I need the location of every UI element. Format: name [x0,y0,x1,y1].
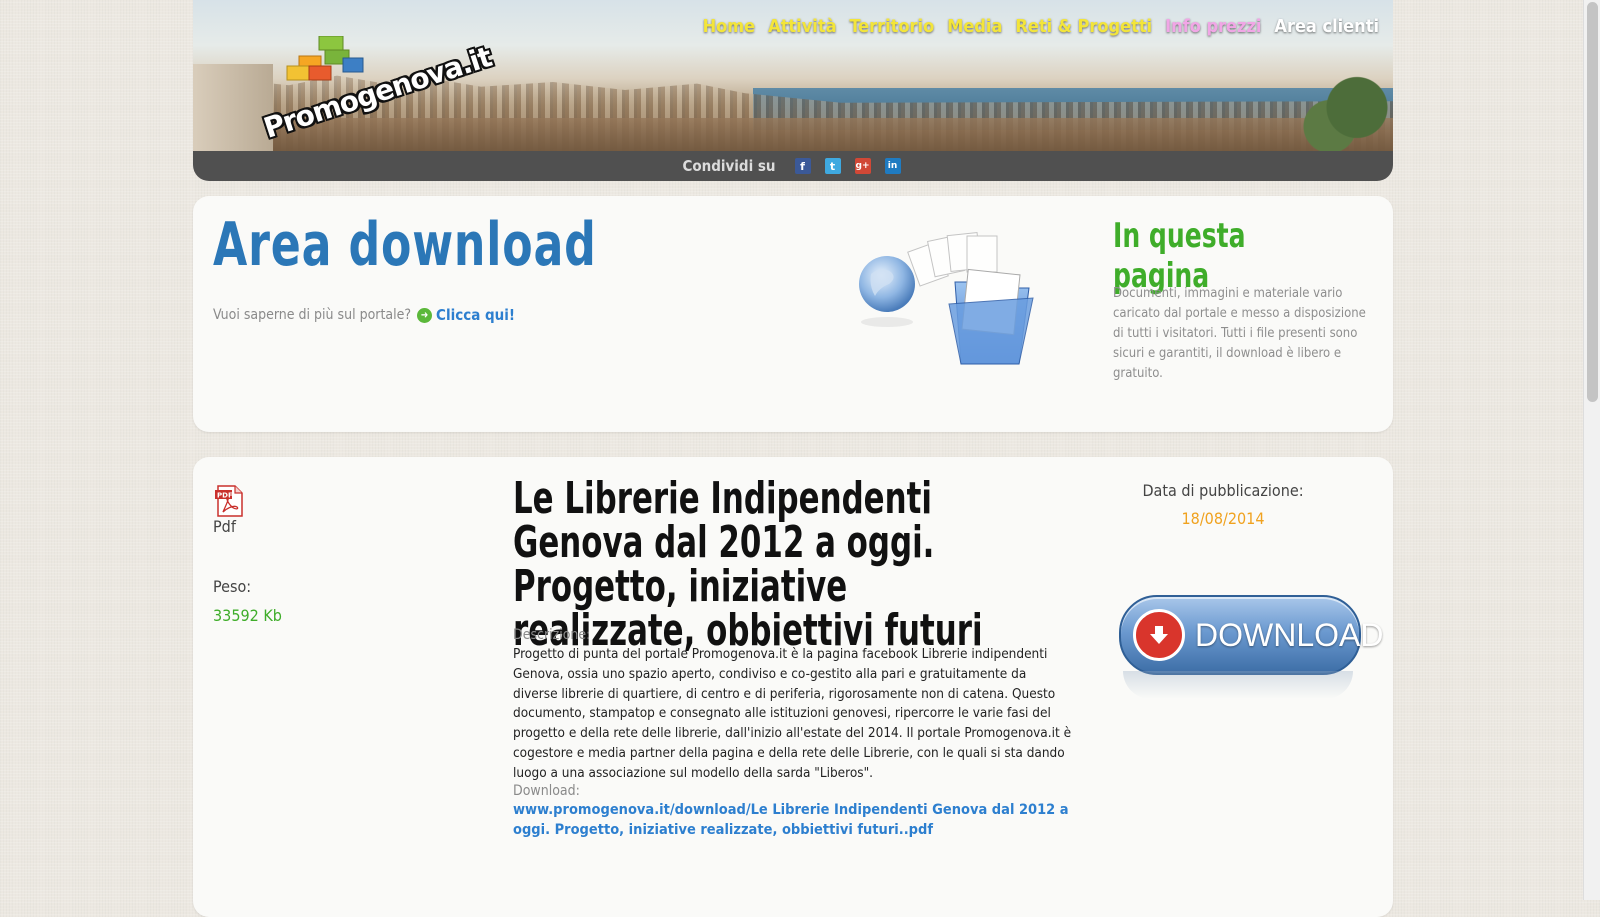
file-type-label: Pdf [213,517,236,536]
google-plus-icon[interactable]: g+ [854,158,871,174]
main-nav: Home Attività Territorio Media Reti & Pr… [703,16,1379,37]
page-title: Area download [213,210,597,280]
linkedin-icon[interactable]: in [884,158,901,174]
description-label: Descrizione: [513,627,591,643]
arrow-right-icon: ➜ [417,307,433,323]
download-link[interactable]: www.promogenova.it/download/Le Librerie … [513,801,1073,840]
share-label: Condividi su [682,157,776,175]
header-banner-image: Promogenova.it Home Attività Territorio … [193,0,1393,151]
pdf-file-icon: PDF [215,485,243,517]
download-arrow-icon [1133,609,1185,661]
side-description: Documenti, immagini e materiale vario ca… [1113,286,1366,381]
nav-info-prezzi[interactable]: Info prezzi [1165,16,1261,37]
document-panel: PDF Pdf Peso: 33592 Kb Le Librerie Indip… [193,457,1393,917]
weight-label: Peso: [213,577,252,596]
nav-territorio[interactable]: Territorio [850,16,935,37]
download-button-reflection [1123,671,1353,699]
download-button[interactable]: DOWNLOAD [1119,595,1383,675]
publication-date-label: Data di pubblicazione: [1142,481,1304,500]
globe-folder-illustration [859,231,1034,365]
nav-home[interactable]: Home [703,16,756,37]
nav-media[interactable]: Media [947,16,1002,37]
download-button-label: DOWNLOAD [1195,616,1384,653]
more-info-text: Vuoi saperne di più sul portale? [213,307,412,323]
more-info-row: Vuoi saperne di più sul portale? ➜ Clicc… [213,306,515,324]
facebook-icon[interactable]: f [794,158,811,174]
scrollbar[interactable] [1583,0,1600,900]
nav-area-clienti[interactable]: Area clienti [1274,16,1379,37]
scrollbar-thumb[interactable] [1587,2,1598,402]
nav-attivita[interactable]: Attività [768,16,836,37]
publication-date: 18/08/2014 [1181,509,1265,528]
nav-reti-progetti[interactable]: Reti & Progetti [1015,16,1152,37]
intro-panel: Area download Vuoi saperne di più sul po… [193,196,1393,432]
more-info-link[interactable]: Clicca qui! [436,306,515,324]
weight-value: 33592 Kb [213,606,282,625]
twitter-icon[interactable]: t [824,158,841,174]
site-logo[interactable]: Promogenova.it [255,36,495,145]
svg-text:PDF: PDF [217,492,233,500]
download-label: Download: [513,783,580,799]
site-header: Promogenova.it Home Attività Territorio … [193,0,1393,181]
description-text: Progetto di punta del portale Promogenov… [513,646,1072,781]
share-bar: Condividi su f t g+ in [193,151,1393,181]
